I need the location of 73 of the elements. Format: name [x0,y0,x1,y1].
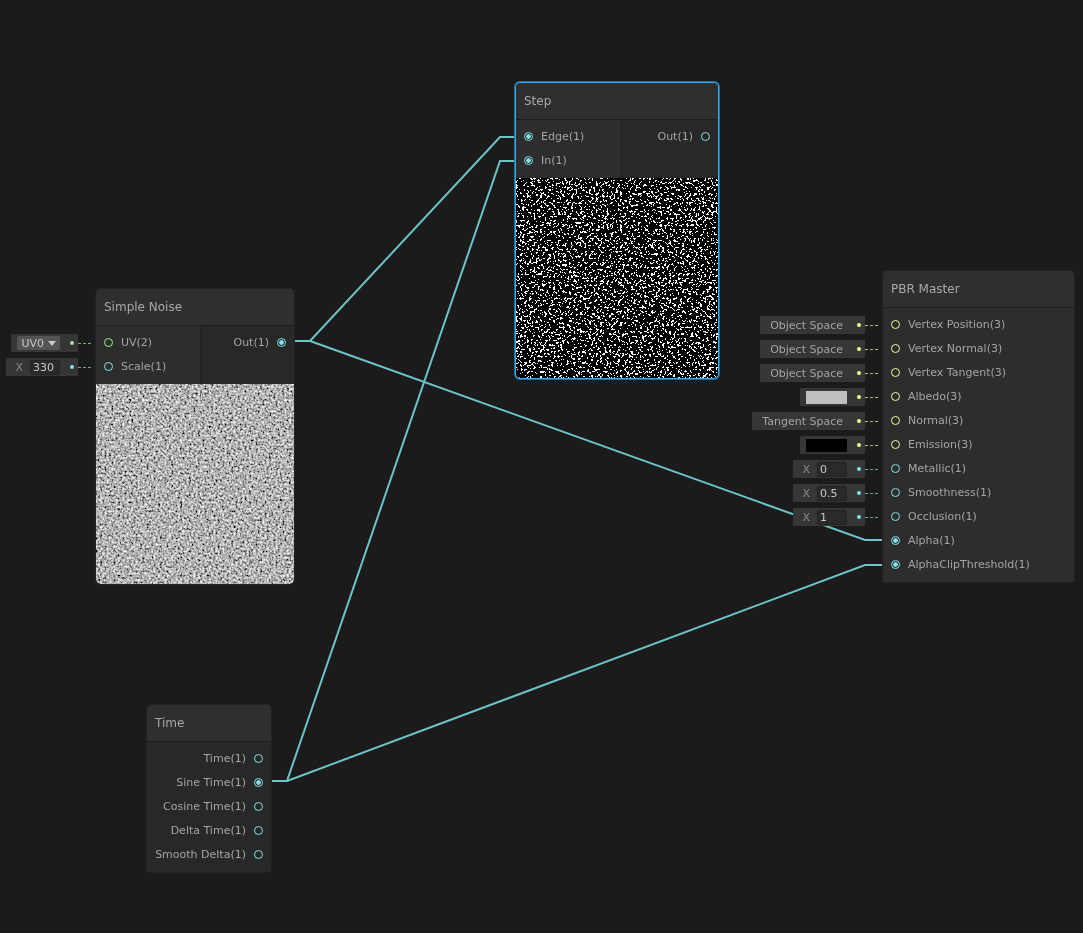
port-label: Albedo(3) [908,389,962,403]
port-handle[interactable] [524,155,533,165]
port-label: Out(1) [657,129,693,143]
port-label: UV(2) [121,335,153,349]
input-field[interactable]: Tangent Space [752,412,865,430]
port-label: Normal(3) [908,413,964,427]
node-card[interactable]: Step Edge(1) In(1) Out(1) [515,82,719,379]
axis-label: X [801,486,811,500]
port-handle[interactable] [254,825,263,835]
number-field[interactable]: 1 [817,509,847,525]
port-label: Scale(1) [121,359,167,373]
port-handle[interactable] [254,777,263,787]
color-swatch[interactable] [806,390,847,404]
port-handle[interactable] [277,337,286,347]
color-swatch[interactable] [806,438,847,452]
port-label: Occlusion(1) [908,509,977,523]
node-title: PBR Master [891,282,960,296]
port-handle[interactable] [891,463,900,473]
port-label: Smoothness(1) [908,485,992,499]
input-field[interactable]: X 0.5 [793,484,865,502]
port-label: In(1) [541,153,567,167]
port-label: Edge(1) [541,129,585,143]
port-label: Out(1) [233,335,269,349]
port-handle[interactable] [104,361,113,371]
port-label: Metallic(1) [908,461,967,475]
node-card[interactable]: Simple Noise UV(2) Scale(1) Out(1) [95,288,295,585]
input-field[interactable]: Object Space [760,340,865,358]
input-field[interactable] [800,388,865,406]
space-label: Object Space [769,342,844,356]
node-title: Time [155,716,185,730]
port-handle[interactable] [254,849,263,859]
input-field[interactable]: UV0 [11,334,78,352]
node-card[interactable]: Time Time(1) Sine Time(1) Cosine Time(1) Delta Time(1) Smooth Delta(1) [146,704,272,873]
port-handle[interactable] [104,337,113,347]
port-handle[interactable] [891,559,900,569]
axis-label: X [801,510,811,524]
port-label: AlphaClipThreshold(1) [908,557,1030,571]
port-label: Cosine Time(1) [163,799,246,813]
port-handle[interactable] [891,535,900,545]
input-field[interactable]: X 330 [6,358,78,376]
port-label: Emission(3) [908,437,973,451]
caret-icon [48,340,56,346]
port-handle[interactable] [254,753,263,763]
axis-label: X [801,462,811,476]
space-label: Object Space [769,318,844,332]
input-field[interactable]: Object Space [760,364,865,382]
port-label: Vertex Normal(3) [908,341,1003,355]
input-field[interactable]: X 1 [793,508,865,526]
port-handle[interactable] [891,487,900,497]
number-field[interactable]: 0 [817,461,847,477]
number-field[interactable]: 330 [30,359,60,375]
port-label: Sine Time(1) [176,775,246,789]
port-label: Time(1) [203,751,246,765]
input-field[interactable]: X 0 [793,460,865,478]
node-title: Step [524,94,552,108]
input-field[interactable] [800,436,865,454]
dropdown[interactable]: UV0 [17,336,60,350]
node-title: Simple Noise [104,300,183,314]
port-label: Vertex Tangent(3) [908,365,1007,379]
node-card[interactable]: PBR Master Vertex Position(3) Vertex Normal(3) Vertex Tangent(3) Albedo(3) Normal(3) Emission(3) Metallic(1) Smoothness(1) Occlusion(1) Alpha(1) AlphaClipThreshold(1) [882,270,1075,583]
port-label: Smooth Delta(1) [155,847,246,861]
axis-label: X [14,360,24,374]
space-label: Tangent Space [761,414,844,428]
port-label: Alpha(1) [908,533,955,547]
port-handle[interactable] [524,131,533,141]
port-handle[interactable] [701,131,710,141]
port-label: Delta Time(1) [170,823,246,837]
port-label: Vertex Position(3) [908,317,1006,331]
port-handle[interactable] [254,801,263,811]
number-field[interactable]: 0.5 [817,485,847,501]
input-field[interactable]: Object Space [760,316,865,334]
port-handle[interactable] [891,511,900,521]
space-label: Object Space [769,366,844,380]
